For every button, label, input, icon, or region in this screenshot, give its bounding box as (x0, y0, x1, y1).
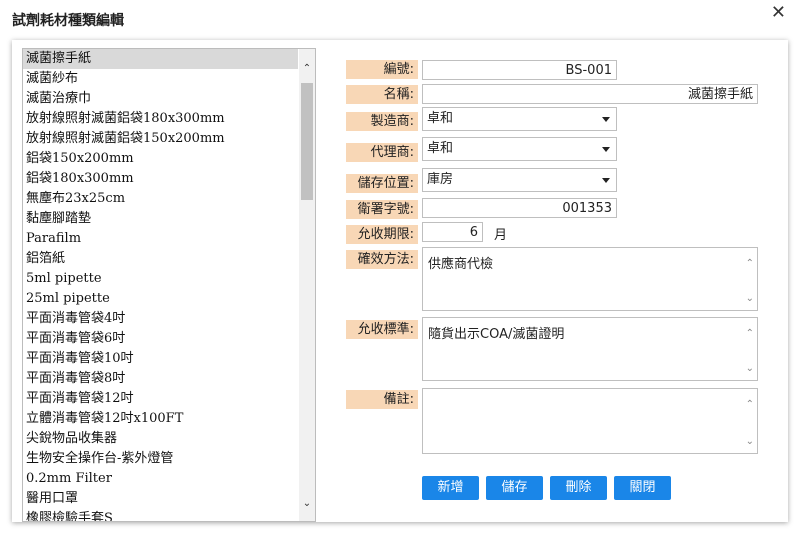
scroll-down-icon[interactable]: ⌄ (302, 498, 312, 509)
agent-select[interactable]: 卓和 (422, 137, 617, 161)
scroll-down-icon: ⌄ (745, 436, 754, 447)
acceptance-period-unit: 月 (494, 228, 508, 243)
item-list: 滅菌擦手紙 滅菌紗布 滅菌治療巾 放射線照射滅菌鋁袋180x300mm 放射線照射滅菌鋁… (23, 49, 298, 521)
list-item[interactable]: 滅菌紗布 (23, 69, 298, 89)
list-item[interactable]: 鋁袋150x200mm (23, 149, 298, 169)
scroll-up-icon: ⌃ (745, 399, 754, 410)
add-button[interactable]: 新增 (422, 476, 479, 500)
list-item[interactable]: Parafilm (23, 229, 298, 249)
name-field[interactable]: 滅菌擦手紙 (422, 84, 758, 104)
dialog-card: 滅菌擦手紙 滅菌紗布 滅菌治療巾 放射線照射滅菌鋁袋180x300mm 放射線照射滅菌鋁… (12, 40, 788, 522)
list-item[interactable]: 放射線照射滅菌鋁袋150x200mm (23, 129, 298, 149)
license-label: 衛署字號: (346, 200, 418, 219)
list-item[interactable]: 生物安全操作台-紫外燈管 (23, 449, 298, 469)
item-listbox[interactable]: 滅菌擦手紙 滅菌紗布 滅菌治療巾 放射線照射滅菌鋁袋180x300mm 放射線照射滅菌鋁… (22, 48, 316, 522)
scroll-up-icon: ⌃ (745, 328, 754, 339)
list-item[interactable]: 醫用口罩 (23, 489, 298, 509)
list-item[interactable]: 鋁袋180x300mm (23, 169, 298, 189)
scrollbar-thumb[interactable] (301, 83, 313, 200)
notes-label: 備註: (346, 390, 418, 409)
code-field[interactable]: BS-001 (422, 60, 617, 80)
acceptance-period-field[interactable]: 6 (422, 222, 483, 242)
list-item[interactable]: 滅菌擦手紙 (23, 49, 298, 69)
manufacturer-label: 製造商: (346, 112, 418, 131)
list-item[interactable]: 黏塵腳踏墊 (23, 209, 298, 229)
list-item[interactable]: 鋁箔紙 (23, 249, 298, 269)
list-item[interactable]: 橡膠檢驗手套S (23, 509, 298, 521)
storage-value: 庫房 (427, 172, 454, 187)
license-field[interactable]: 001353 (422, 198, 617, 218)
storage-select[interactable]: 庫房 (422, 168, 617, 192)
close-button[interactable]: 關閉 (614, 476, 671, 500)
list-item[interactable]: 25ml pipette (23, 289, 298, 309)
name-label: 名稱: (346, 85, 418, 104)
scroll-up-icon: ⌃ (745, 258, 754, 269)
list-scrollbar[interactable]: ⌃ ⌄ (299, 49, 315, 521)
manufacturer-select[interactable]: 卓和 (422, 107, 617, 131)
verification-value: 供應商代檢 (428, 257, 494, 272)
acceptance-std-textarea[interactable]: 隨貨出示COA/滅菌證明 ⌃ ⌄ (422, 317, 758, 381)
acceptance-std-value: 隨貨出示COA/滅菌證明 (428, 327, 565, 342)
scroll-down-icon: ⌄ (745, 363, 754, 374)
list-item[interactable]: 無塵布23x25cm (23, 189, 298, 209)
scroll-down-icon: ⌄ (745, 293, 754, 304)
chevron-down-icon (602, 117, 610, 122)
chevron-down-icon (602, 147, 610, 152)
chevron-down-icon (602, 178, 610, 183)
list-item[interactable]: 尖銳物品收集器 (23, 429, 298, 449)
storage-label: 儲存位置: (346, 174, 418, 193)
notes-textarea[interactable]: ⌃ ⌄ (422, 388, 758, 454)
scroll-up-icon[interactable]: ⌃ (302, 63, 312, 74)
acceptance-std-label: 允收標準: (346, 320, 418, 339)
list-item[interactable]: 平面消毒管袋6吋 (23, 329, 298, 349)
agent-value: 卓和 (427, 141, 454, 156)
acceptance-period-label: 允收期限: (346, 225, 418, 244)
delete-button[interactable]: 刪除 (550, 476, 607, 500)
list-item[interactable]: 0.2mm Filter (23, 469, 298, 489)
manufacturer-value: 卓和 (427, 111, 454, 126)
list-item[interactable]: 平面消毒管袋10吋 (23, 349, 298, 369)
close-icon[interactable]: ✕ (771, 2, 786, 23)
edit-form: 編號: BS-001 名稱: 滅菌擦手紙 製造商: 卓和 代理商: 卓和 儲存位… (346, 40, 786, 520)
list-item[interactable]: 平面消毒管袋8吋 (23, 369, 298, 389)
agent-label: 代理商: (346, 143, 418, 162)
list-item[interactable]: 滅菌治療巾 (23, 89, 298, 109)
verification-textarea[interactable]: 供應商代檢 ⌃ ⌄ (422, 247, 758, 311)
list-item[interactable]: 5ml pipette (23, 269, 298, 289)
code-label: 編號: (346, 60, 418, 79)
verification-label: 確效方法: (346, 250, 418, 269)
list-item[interactable]: 平面消毒管袋4吋 (23, 309, 298, 329)
list-item[interactable]: 立體消毒管袋12吋x100FT (23, 409, 298, 429)
list-item[interactable]: 放射線照射滅菌鋁袋180x300mm (23, 109, 298, 129)
save-button[interactable]: 儲存 (486, 476, 543, 500)
list-item[interactable]: 平面消毒管袋12吋 (23, 389, 298, 409)
dialog-title: 試劑耗材種類編輯 (12, 13, 124, 29)
